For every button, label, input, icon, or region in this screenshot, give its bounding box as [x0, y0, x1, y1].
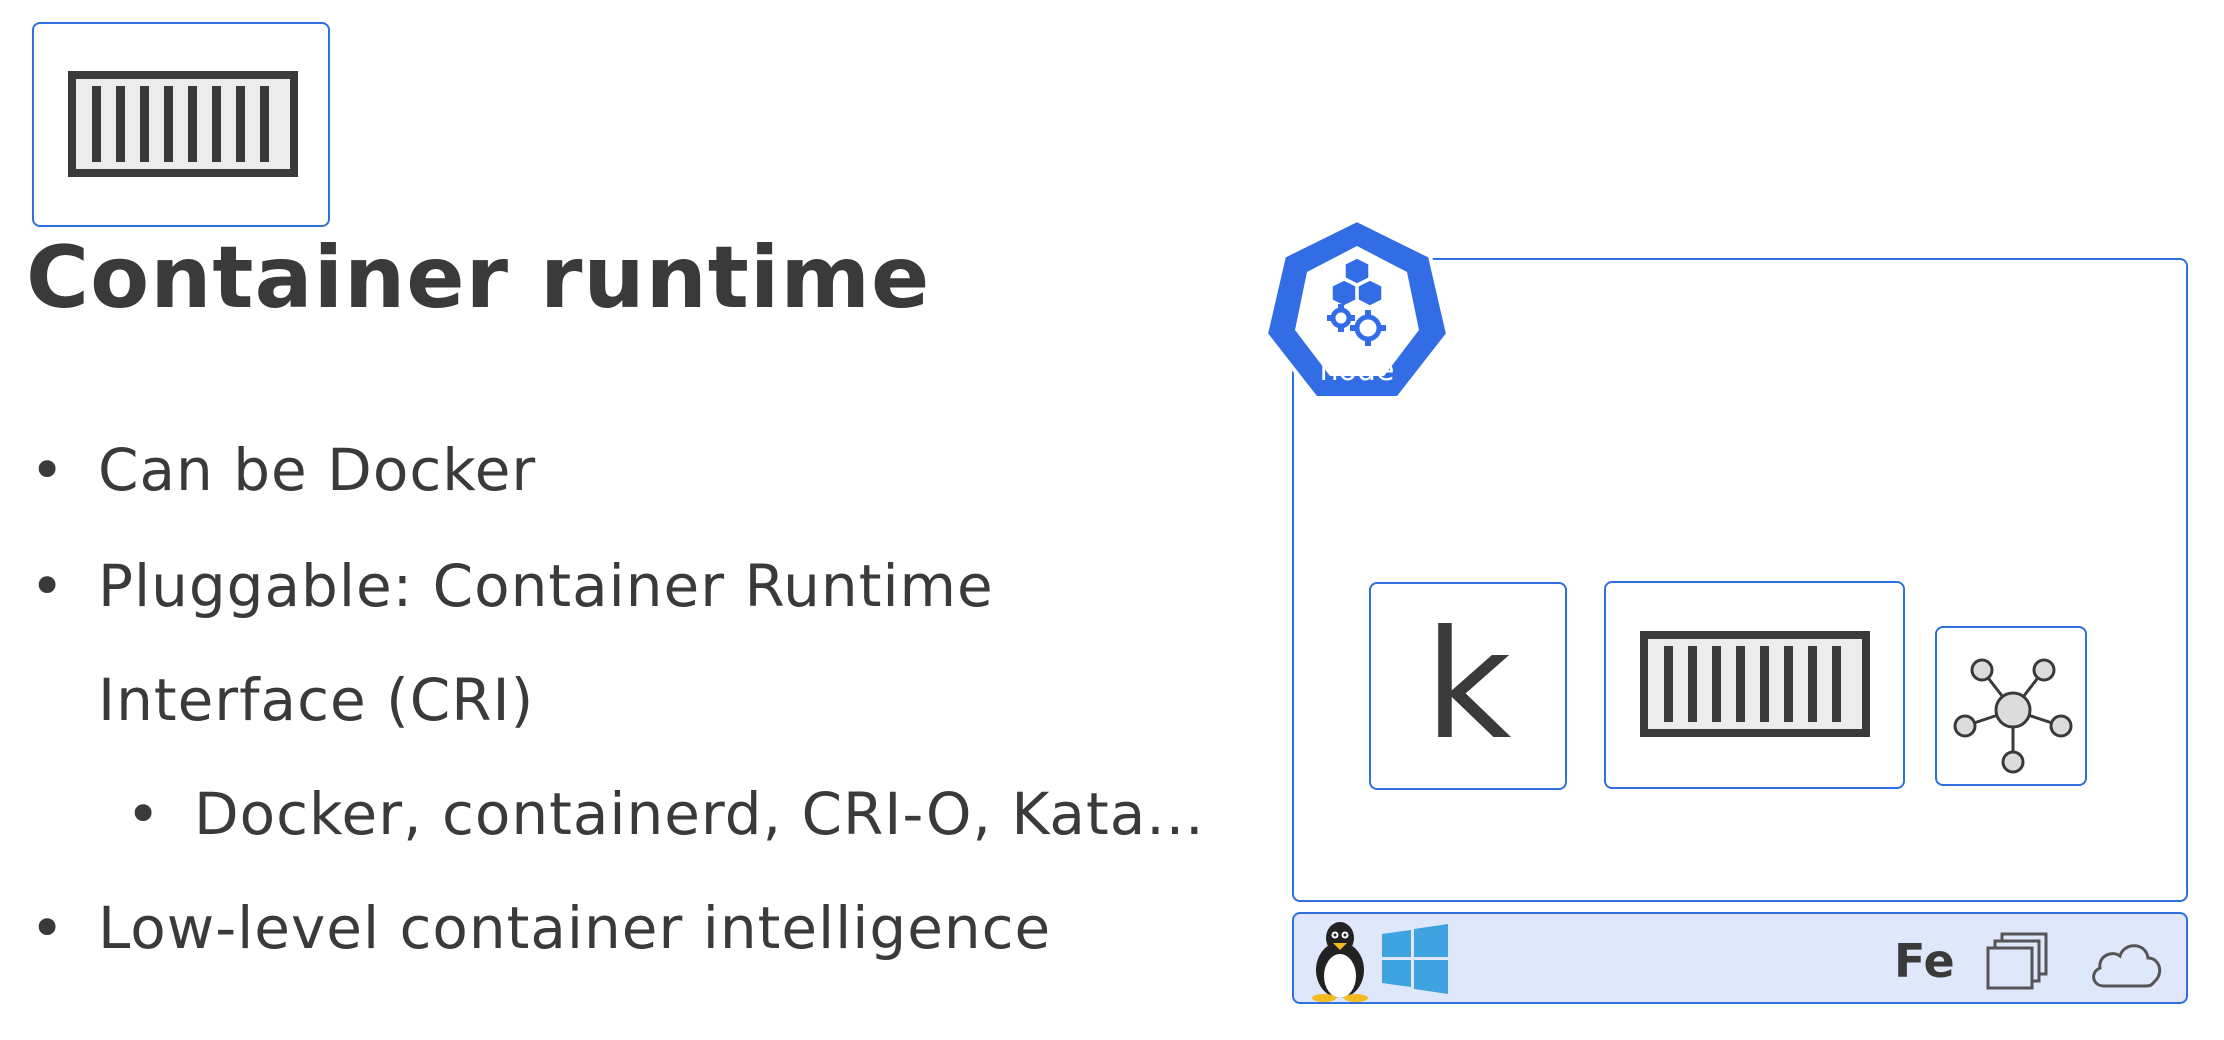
container-icon-card [32, 22, 330, 227]
bullet-text: Low-level container intelligence [98, 894, 1052, 962]
linux-tux-icon [1312, 922, 1368, 1002]
bullet-dot: • [30, 436, 66, 504]
stacked-windows-icon [1986, 932, 2048, 990]
sub-bullet-item: • Docker, containerd, CRI-O, Kata... [126, 780, 1205, 848]
bullet-continuation: Interface (CRI) [98, 666, 534, 734]
container-runtime-card [1604, 581, 1905, 789]
network-hub-icon [1953, 658, 2073, 774]
shipping-container-icon [68, 71, 298, 177]
bullet-text: Pluggable: Container Runtime [98, 552, 994, 620]
bullet-item: • Low-level container intelligence [30, 894, 1052, 962]
cloud-icon [2092, 944, 2162, 988]
bullet-text: Docker, containerd, CRI-O, Kata... [194, 780, 1205, 848]
os-platform-bar: Fe [1292, 912, 2188, 1004]
bullet-text: Interface (CRI) [98, 666, 535, 734]
windows-icon [1382, 924, 1448, 994]
bullet-item: • Pluggable: Container Runtime [30, 552, 994, 620]
bullet-item: • Can be Docker [30, 436, 537, 504]
bullet-dot: • [30, 552, 66, 620]
bullet-text: Can be Docker [98, 436, 537, 504]
kube-proxy-card [1935, 626, 2087, 786]
page-title: Container runtime [26, 228, 931, 328]
kubelet-icon: k [1424, 599, 1512, 773]
node-label: node [1320, 353, 1395, 388]
k8s-node-badge-icon: node [1263, 217, 1451, 400]
kubelet-card: k [1369, 582, 1567, 790]
bullet-dot: • [30, 894, 66, 962]
bullet-dot: • [126, 780, 162, 848]
container-runtime-icon [1640, 631, 1870, 737]
fe-label: Fe [1894, 934, 1955, 988]
